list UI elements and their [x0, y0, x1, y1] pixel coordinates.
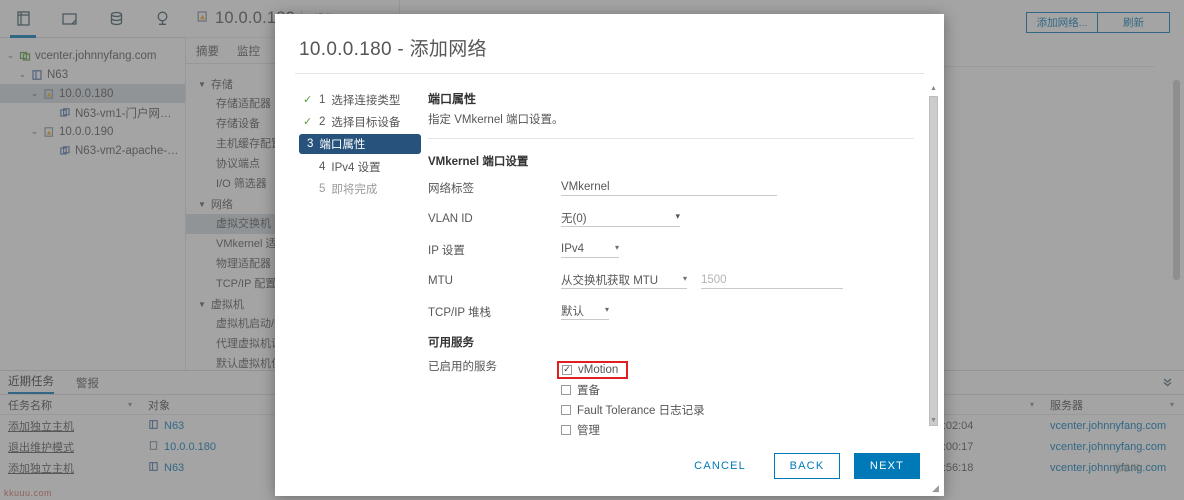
service-row-management[interactable]: 管理: [561, 420, 707, 436]
wizard-step-3[interactable]: 3 端口属性: [299, 134, 421, 154]
wizard-step-5: 5 即将完成: [299, 179, 410, 198]
back-button[interactable]: BACK: [774, 453, 840, 479]
wizard-step-number: 4: [319, 160, 326, 173]
network-label-input[interactable]: [561, 179, 777, 196]
field-label: TCP/IP 堆栈: [428, 306, 492, 319]
checkbox-management[interactable]: [561, 424, 571, 435]
field-label: IP 设置: [428, 244, 465, 257]
chevron-down-icon: ▾: [675, 211, 680, 221]
wizard-step-number: 5: [319, 182, 326, 195]
scroll-up-arrow-icon[interactable]: ▲: [929, 84, 938, 94]
scrollbar-thumb[interactable]: [929, 96, 938, 426]
wizard-step-label: 即将完成: [331, 183, 378, 196]
chevron-down-icon: ▾: [604, 305, 609, 314]
service-label: 置备: [577, 384, 600, 397]
check-icon: ✓: [303, 94, 313, 106]
service-label: vMotion: [578, 363, 619, 376]
service-row-provisioning[interactable]: 置备: [561, 380, 707, 399]
service-label: Fault Tolerance 日志记录: [577, 404, 705, 417]
field-label: 网络标签: [428, 182, 474, 195]
services-section-title: 可用服务: [428, 337, 474, 349]
vmotion-highlight-box[interactable]: vMotion: [557, 360, 629, 379]
form-subheading: 指定 VMkernel 端口设置。: [428, 114, 564, 126]
cancel-button[interactable]: CANCEL: [680, 453, 760, 479]
wizard-step-label: 端口属性: [319, 139, 366, 151]
port-properties-form: 端口属性 指定 VMkernel 端口设置。 VMkernel 端口设置 网络标…: [410, 74, 944, 436]
wizard-step-label: 选择连接类型: [331, 94, 401, 107]
check-icon: ✓: [303, 116, 313, 128]
wizard-step-number: 3: [307, 138, 314, 150]
checkbox-vmotion[interactable]: [562, 364, 572, 375]
dialog-body: ✓ 1 选择连接类型 ✓ 2 选择目标设备 3 端口属性 4 IPv4 设置 5…: [275, 74, 944, 436]
wizard-step-number: 2: [319, 115, 326, 128]
wizard-steps[interactable]: ✓ 1 选择连接类型 ✓ 2 选择目标设备 3 端口属性 4 IPv4 设置 5…: [275, 74, 421, 436]
resize-grip-icon[interactable]: ◢: [932, 484, 941, 493]
next-button[interactable]: NEXT: [854, 453, 920, 479]
scroll-down-arrow-icon[interactable]: ▼: [929, 416, 938, 426]
wizard-step-label: 选择目标设备: [331, 116, 401, 129]
vsphere-client-window: ⌄ vcenter.johnnyfang.com ⌄ N63 ⌄: [0, 0, 1184, 500]
mtu-value-input[interactable]: [701, 272, 843, 289]
service-label: 管理: [577, 424, 600, 437]
enabled-services-label: 已启用的服务: [428, 361, 497, 373]
field-label: MTU: [428, 274, 453, 287]
service-row-ft-logging[interactable]: Fault Tolerance 日志记录: [561, 400, 707, 419]
dialog-scrollbar[interactable]: ▲ ▼: [929, 84, 938, 426]
ip-settings-value: IPv4: [561, 242, 585, 255]
service-row-vmotion[interactable]: vMotion: [557, 360, 707, 379]
field-mtu: MTU 从交换机获取 MTU ▾: [428, 272, 914, 289]
field-ip-settings: IP 设置 IPv4 ▾: [428, 241, 914, 258]
field-vlan-id: VLAN ID 无(0) ▾: [428, 210, 914, 227]
tcpip-stack-value: 默认: [561, 305, 584, 318]
mtu-mode-select[interactable]: 从交换机获取 MTU ▾: [561, 272, 687, 289]
form-heading: 端口属性: [428, 92, 477, 106]
ip-settings-select[interactable]: IPv4 ▾: [561, 241, 619, 258]
wizard-step-1[interactable]: ✓ 1 选择连接类型: [299, 90, 410, 109]
vlan-id-select[interactable]: 无(0) ▾: [561, 210, 680, 227]
checkbox-provisioning[interactable]: [561, 384, 571, 395]
divider: [428, 138, 914, 139]
dialog-footer: CANCEL BACK NEXT ◢: [275, 436, 944, 496]
tcpip-stack-select[interactable]: 默认 ▾: [561, 303, 609, 320]
form-section-title: VMkernel 端口设置: [428, 156, 529, 168]
wizard-step-number: 1: [319, 93, 326, 106]
chevron-down-icon: ▾: [682, 274, 687, 283]
checkbox-ft-logging[interactable]: [561, 404, 571, 415]
services-checkbox-list[interactable]: vMotion 置备 Fault Tolerance 日志记录: [557, 360, 707, 436]
dialog-title: 10.0.0.180 - 添加网络: [299, 39, 487, 60]
vlan-id-value: 无(0): [561, 212, 587, 225]
add-networking-dialog: 10.0.0.180 - 添加网络 ✓ 1 选择连接类型 ✓ 2 选择目标设备 …: [275, 14, 944, 496]
chevron-down-icon: ▾: [614, 243, 619, 252]
field-network-label: 网络标签: [428, 179, 914, 196]
field-tcpip-stack: TCP/IP 堆栈 默认 ▾: [428, 303, 914, 320]
wizard-step-4[interactable]: 4 IPv4 设置: [299, 157, 410, 176]
mtu-mode-value: 从交换机获取 MTU: [561, 274, 659, 287]
wizard-step-2[interactable]: ✓ 2 选择目标设备: [299, 112, 410, 131]
field-label: VLAN ID: [428, 212, 473, 225]
wizard-step-label: IPv4 设置: [331, 161, 381, 174]
